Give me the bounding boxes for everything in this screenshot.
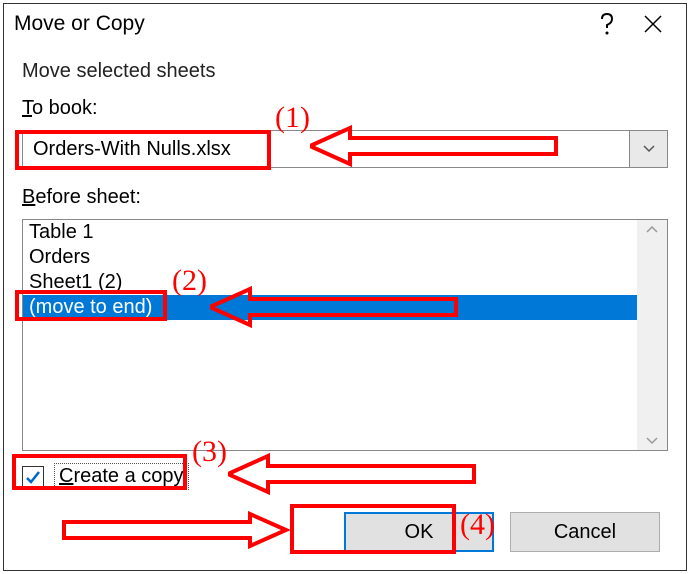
help-button[interactable] [584, 13, 630, 35]
move-or-copy-dialog: Move or Copy Move selected sheets To boo… [3, 3, 687, 571]
create-a-copy-row[interactable]: Create a copy [22, 463, 668, 490]
button-row: OK Cancel [22, 512, 668, 552]
combobox-dropdown-button[interactable] [630, 130, 668, 168]
create-a-copy-checkbox[interactable] [22, 466, 44, 488]
create-a-copy-label: Create a copy [54, 463, 189, 490]
help-icon [600, 13, 614, 35]
to-book-value: Orders-With Nulls.xlsx [22, 130, 630, 168]
to-book-combobox[interactable]: Orders-With Nulls.xlsx [22, 130, 668, 168]
cancel-button[interactable]: Cancel [510, 512, 660, 552]
listbox-items: Table 1 Orders Sheet1 (2) (move to end) [23, 220, 637, 450]
ok-button[interactable]: OK [344, 512, 494, 552]
listbox-scrollbar[interactable] [637, 220, 667, 450]
close-icon [643, 14, 663, 34]
chevron-up-icon [645, 224, 659, 234]
subtitle-text: Move selected sheets [22, 60, 668, 83]
chevron-down-icon [645, 436, 659, 446]
before-sheet-label: Before sheet: [22, 186, 668, 209]
close-button[interactable] [630, 14, 676, 34]
list-item-selected[interactable]: (move to end) [23, 295, 637, 320]
dialog-title: Move or Copy [14, 12, 584, 36]
before-sheet-listbox[interactable]: Table 1 Orders Sheet1 (2) (move to end) [22, 219, 668, 451]
checkmark-icon [24, 468, 42, 486]
chevron-down-icon [642, 144, 656, 154]
list-item[interactable]: Sheet1 (2) [23, 270, 637, 295]
dialog-body: Move selected sheets To book: Orders-Wit… [4, 44, 686, 570]
list-item[interactable]: Orders [23, 245, 637, 270]
list-item[interactable]: Table 1 [23, 220, 637, 245]
title-bar: Move or Copy [4, 4, 686, 44]
to-book-label: To book: [22, 97, 668, 120]
